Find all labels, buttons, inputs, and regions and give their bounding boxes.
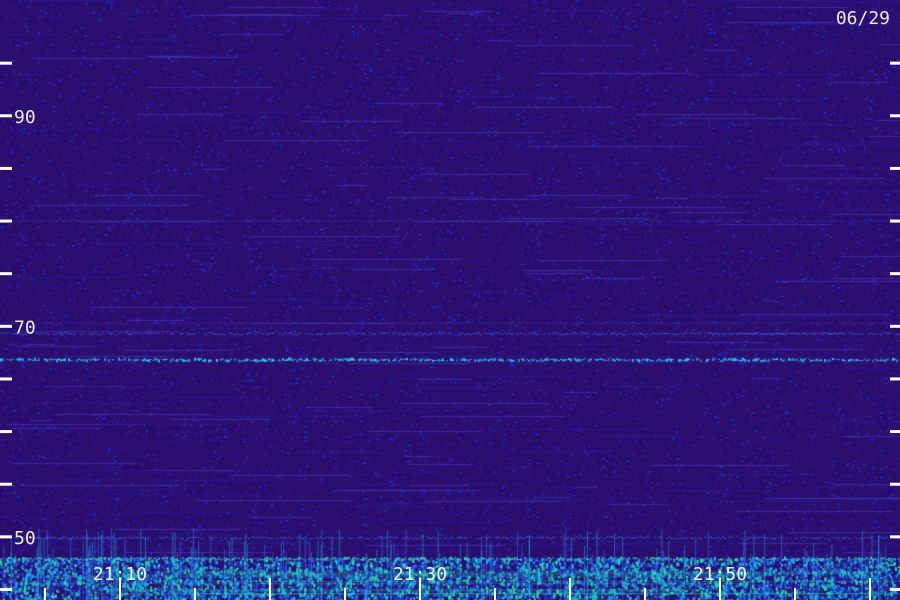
y-tick-label: 50 (14, 528, 36, 549)
spectrogram-panel: 50 70 90 21:10 21:30 21:50 06/29 (0, 0, 900, 600)
y-axis-ticks: 50 70 90 (0, 61, 900, 591)
x-axis-ticks: 21:10 21:30 21:50 (44, 564, 871, 600)
y-tick-label: 70 (14, 317, 36, 338)
x-tick-label: 21:10 (93, 564, 147, 585)
date-label: 06/29 (836, 8, 890, 29)
x-tick-label: 21:30 (393, 564, 447, 585)
axis-overlay: 50 70 90 21:10 21:30 21:50 06/29 (0, 8, 900, 600)
y-tick-label: 90 (14, 107, 36, 128)
x-tick-label: 21:50 (693, 564, 747, 585)
